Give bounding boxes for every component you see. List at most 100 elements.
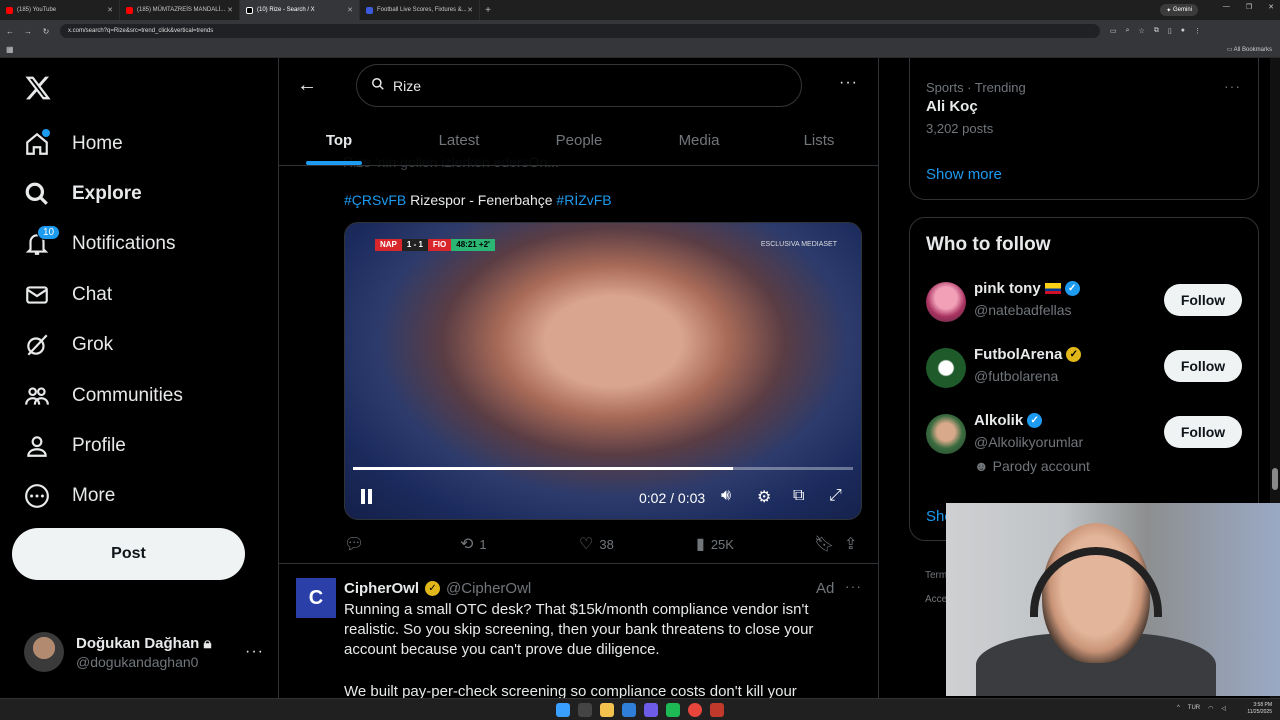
browser-tab-x-search[interactable]: (10) Rize - Search / X ✕ — [240, 0, 360, 20]
sidebar-item-chat[interactable]: Chat — [24, 275, 112, 315]
hashtag-link[interactable]: #RİZvFB — [556, 192, 611, 208]
edge-icon[interactable] — [622, 703, 636, 717]
tab-lists[interactable]: Lists — [759, 120, 878, 165]
back-icon[interactable]: ← — [6, 27, 14, 36]
volume-icon[interactable]: 🔊︎ — [721, 487, 731, 505]
wifi-icon[interactable]: ◠ — [1208, 705, 1213, 712]
maximize-icon[interactable]: ❐ — [1246, 3, 1252, 11]
back-arrow-icon[interactable]: ← — [297, 74, 317, 97]
extensions-icon[interactable]: ⧉ — [1154, 27, 1159, 35]
sidebar-item-label: Notifications — [72, 233, 176, 254]
scrollbar-thumb[interactable] — [1272, 468, 1278, 490]
windows-start-icon[interactable] — [556, 703, 570, 717]
tab-people[interactable]: People — [519, 120, 639, 165]
sidebar-item-profile[interactable]: Profile — [24, 426, 126, 466]
like-button[interactable]: ♡ 38 — [579, 534, 614, 554]
trend-more-icon[interactable]: ··· — [1224, 78, 1241, 94]
user-name: Alkolik ✓ — [974, 412, 1043, 429]
search-input[interactable] — [356, 64, 802, 107]
cipherowl-logo-icon[interactable]: C — [296, 578, 336, 618]
fullscreen-icon[interactable]: ⤢ — [829, 487, 842, 505]
language-indicator[interactable]: TUR — [1188, 705, 1200, 712]
tab-latest[interactable]: Latest — [399, 120, 519, 165]
terms-link[interactable]: Term — [925, 564, 947, 588]
reply-button[interactable]: 💬︎ — [344, 534, 370, 554]
sidebar-item-notifications[interactable]: 10 Notifications — [24, 224, 176, 264]
score-home-team: NAP — [375, 239, 402, 251]
discord-icon[interactable] — [644, 703, 658, 717]
system-tray: ^ TUR ◠ ◁ — [1177, 705, 1226, 712]
close-tab-icon[interactable]: ✕ — [227, 6, 233, 14]
zoom-icon[interactable]: ⌕ — [1126, 27, 1130, 35]
menu-icon[interactable]: ⋮ — [1194, 27, 1201, 35]
close-tab-icon[interactable]: ✕ — [347, 6, 353, 14]
gemini-button[interactable]: ✦ Gemini — [1160, 4, 1198, 16]
chevron-up-icon[interactable]: ^ — [1177, 705, 1180, 712]
follow-suggestion[interactable]: pink tony ✓ @natebadfellas Follow — [926, 278, 1246, 328]
taskbar-apps — [556, 703, 724, 717]
sidebar-item-home[interactable]: Home — [24, 124, 123, 164]
trend-name[interactable]: Ali Koç — [926, 98, 978, 115]
views-button[interactable]: ▮ 25K — [696, 534, 734, 554]
close-window-icon[interactable]: ✕ — [1268, 3, 1274, 11]
sidebar-item-grok[interactable]: Grok — [24, 325, 113, 365]
sidebar-item-more[interactable]: More — [24, 476, 115, 516]
browser-tab-bar: (185) YouTube ✕ (185) MÜMTAZREİS MANDALİ… — [0, 0, 1280, 20]
sidebar-item-communities[interactable]: Communities — [24, 376, 183, 416]
url-input[interactable]: x.com/search?q=Rize&src=trend_click&vert… — [60, 24, 1100, 38]
sidebar-item-label: Chat — [72, 284, 113, 305]
trends-show-more-link[interactable]: Show more — [926, 166, 1002, 183]
apps-grid-icon[interactable]: ▦ — [6, 45, 14, 54]
tab-media[interactable]: Media — [639, 120, 759, 165]
hashtag-link[interactable]: #ÇRSvFB — [344, 192, 406, 208]
browser-tab-mumtazreis[interactable]: (185) MÜMTAZREİS MANDALİ... ✕ — [120, 0, 240, 20]
bookmark-star-icon[interactable]: ☆ — [1139, 27, 1145, 35]
notification-count-badge: 10 — [37, 225, 61, 240]
share-button[interactable]: ⇪ — [844, 534, 857, 554]
sidebar-item-explore[interactable]: Explore — [24, 174, 142, 214]
post-button[interactable]: Post — [12, 528, 245, 580]
pause-icon[interactable] — [359, 489, 375, 505]
browser-tab-youtube[interactable]: (185) YouTube ✕ — [0, 0, 120, 20]
reload-icon[interactable]: ↻ — [42, 27, 50, 36]
sidepanel-icon[interactable]: ▯ — [1168, 27, 1172, 35]
video-player[interactable]: NAP 1 - 1 FIO 48:21 +2' ESCLUSIVA MEDIAS… — [344, 222, 862, 520]
search-more-icon[interactable]: ··· — [839, 74, 858, 92]
follow-suggestion[interactable]: Alkolik ✓ @Alkolikyorumlar ☻ Parody acco… — [926, 410, 1246, 484]
profile-icon[interactable]: ● — [1181, 27, 1185, 35]
new-tab-button[interactable]: + — [480, 5, 496, 16]
accessibility-link[interactable]: Acce — [925, 588, 947, 612]
ad-account-name[interactable]: CipherOwl — [344, 580, 419, 597]
repost-button[interactable]: ⟲ 1 — [460, 534, 487, 554]
cast-icon[interactable]: ▭ — [1110, 27, 1117, 35]
volume-icon[interactable]: ◁ — [1221, 705, 1226, 712]
media-player-icon[interactable] — [666, 703, 680, 717]
file-explorer-icon[interactable] — [600, 703, 614, 717]
close-tab-icon[interactable]: ✕ — [107, 6, 113, 14]
clock[interactable]: 3:58 PM 11/25/2025 — [1247, 702, 1272, 716]
video-progress-bar[interactable] — [353, 467, 853, 470]
obs-icon[interactable] — [710, 703, 724, 717]
settings-gear-icon[interactable]: ⚙ — [757, 487, 771, 507]
avatar — [926, 348, 966, 388]
chrome-icon[interactable] — [688, 703, 702, 717]
follow-suggestion[interactable]: FutbolArena ✓ @futbolarena Follow — [926, 344, 1246, 394]
browser-tab-football[interactable]: Football Live Scores, Fixtures &... ✕ — [360, 0, 480, 20]
minimize-icon[interactable]: — — [1223, 3, 1230, 11]
follow-button[interactable]: Follow — [1164, 416, 1242, 448]
all-bookmarks-link[interactable]: ▭ All Bookmarks — [1227, 46, 1272, 53]
follow-button[interactable]: Follow — [1164, 284, 1242, 316]
account-switcher[interactable]: Doğukan Dağhan 🔒︎ @dogukandaghan0 ··· — [24, 628, 264, 676]
tab-top[interactable]: Top — [279, 120, 399, 165]
ad-account-handle[interactable]: @CipherOwl — [446, 580, 531, 597]
forward-icon[interactable]: → — [24, 27, 32, 36]
search-icon[interactable] — [578, 703, 592, 717]
close-tab-icon[interactable]: ✕ — [467, 6, 473, 14]
x-logo-icon[interactable] — [24, 74, 52, 110]
search-query-field[interactable] — [393, 77, 773, 94]
ad-more-icon[interactable]: ··· — [845, 578, 862, 594]
bookmark-button[interactable]: 🔖︎ — [814, 534, 834, 554]
account-more-icon[interactable]: ··· — [245, 643, 264, 661]
follow-button[interactable]: Follow — [1164, 350, 1242, 382]
pip-icon[interactable]: ⧉ — [793, 487, 804, 505]
